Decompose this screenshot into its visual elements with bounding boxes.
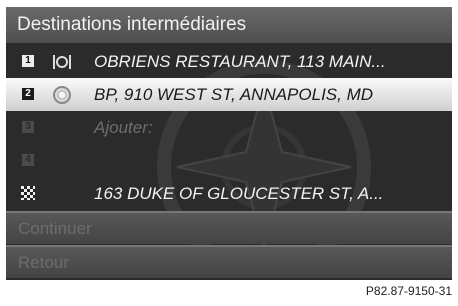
back-button[interactable]: Retour bbox=[6, 247, 452, 278]
destination-row-final[interactable]: 163 DUKE OF GLOUCESTER ST, A... bbox=[6, 177, 452, 210]
back-label: Retour bbox=[18, 253, 70, 272]
restaurant-icon bbox=[53, 55, 71, 69]
position-number-1: 1 bbox=[22, 55, 34, 67]
destination-row-4: 4 bbox=[6, 144, 452, 177]
add-destination-label: Ajouter: bbox=[94, 118, 153, 137]
destination-row-2[interactable]: 2 BP, 910 WEST ST, ANNAPOLIS, MD bbox=[6, 78, 452, 111]
continue-label: Continuer bbox=[18, 219, 92, 238]
destination-label: 163 DUKE OF GLOUCESTER ST, A... bbox=[94, 184, 384, 203]
navigation-screen: Destinations intermédiaires 1 OBRIENS RE… bbox=[6, 7, 452, 280]
checkered-flag-icon bbox=[21, 186, 35, 200]
destination-row-3[interactable]: 3 Ajouter: bbox=[6, 111, 452, 144]
position-number-3: 3 bbox=[22, 121, 34, 133]
destination-row-1[interactable]: 1 OBRIENS RESTAURANT, 113 MAIN... bbox=[6, 45, 452, 78]
destination-label: BP, 910 WEST ST, ANNAPOLIS, MD bbox=[94, 85, 374, 104]
gas-station-icon bbox=[53, 86, 71, 104]
page-title: Destinations intermédiaires bbox=[17, 14, 247, 35]
list-header: Destinations intermédiaires bbox=[6, 7, 452, 43]
continue-button[interactable]: Continuer bbox=[6, 213, 452, 244]
position-number-4: 4 bbox=[22, 154, 34, 166]
position-number-2: 2 bbox=[22, 88, 34, 100]
figure-reference-code: P82.87-9150-31 bbox=[365, 284, 452, 298]
destination-label: OBRIENS RESTAURANT, 113 MAIN... bbox=[94, 52, 386, 71]
